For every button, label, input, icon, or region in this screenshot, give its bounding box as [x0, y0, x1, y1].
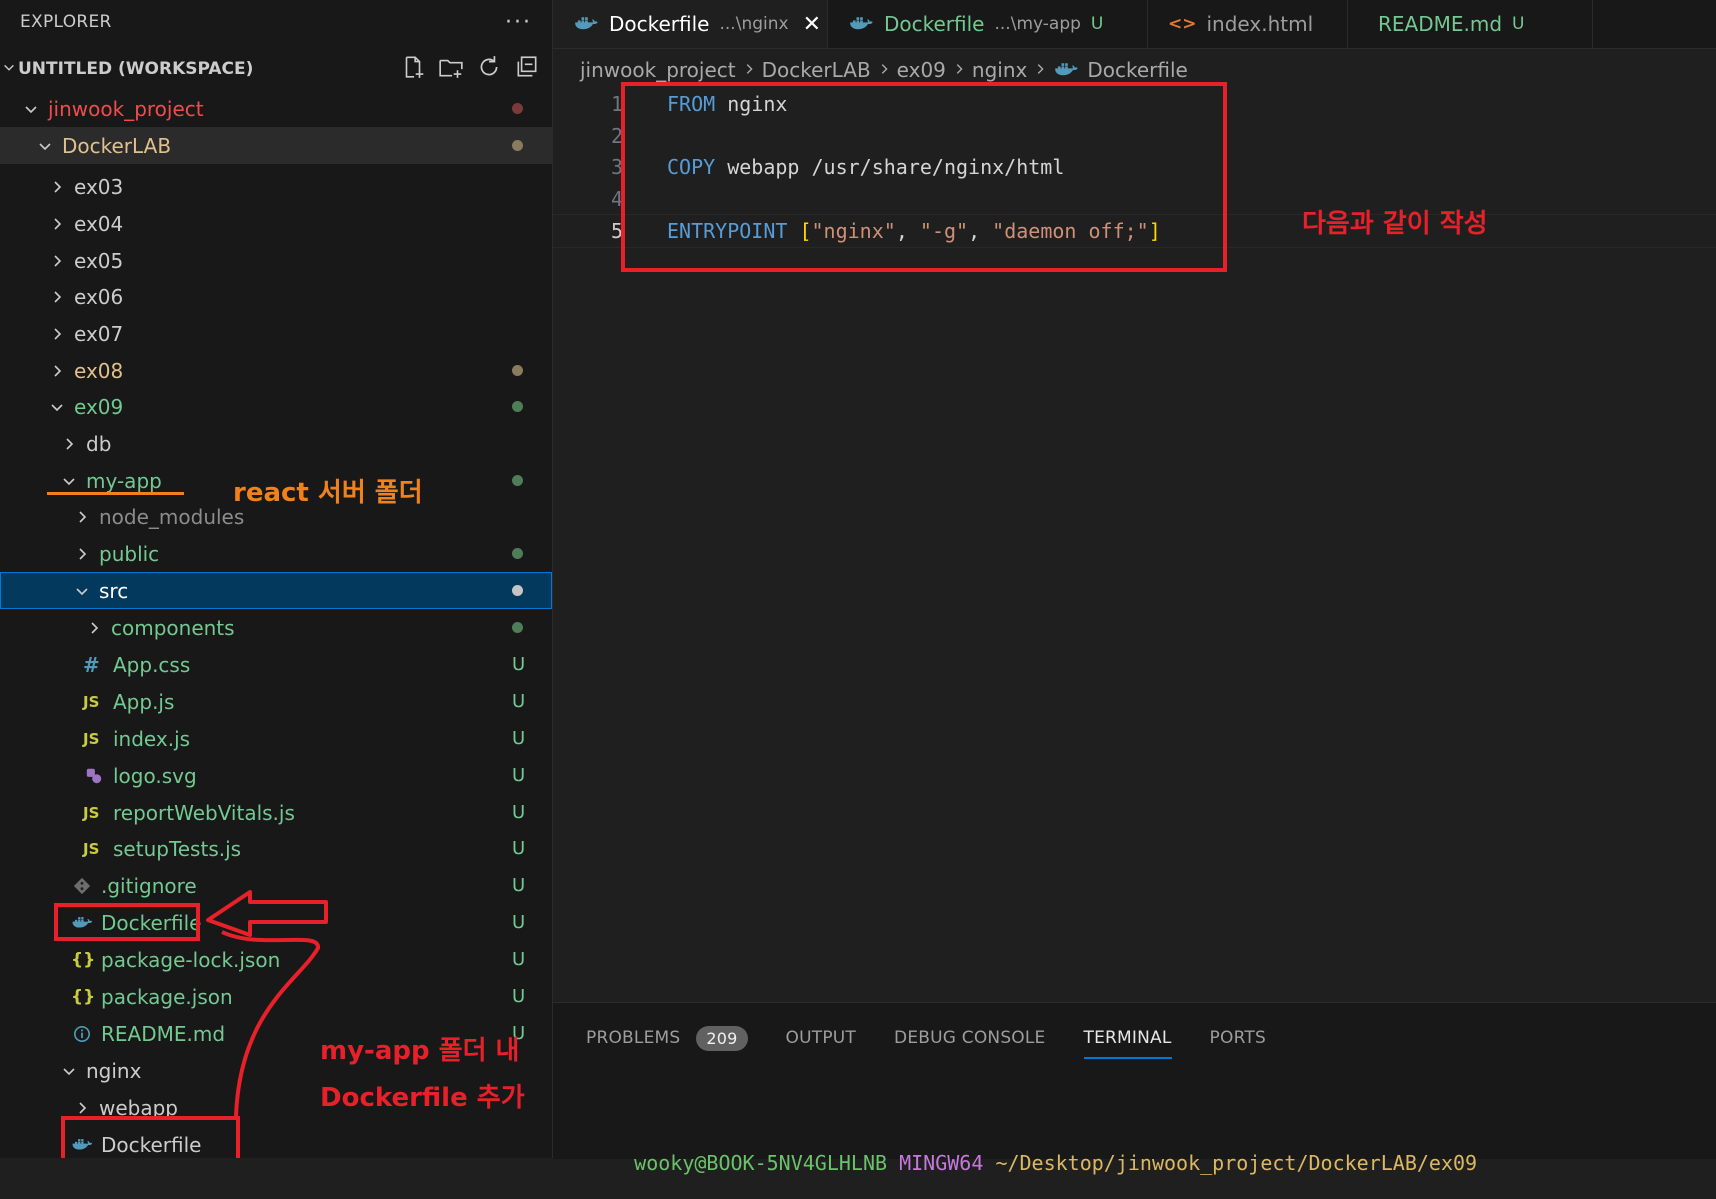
docker-icon: [848, 15, 874, 33]
panel-tab[interactable]: DEBUG CONSOLE: [894, 1017, 1045, 1059]
line-number: 2: [610, 123, 623, 148]
breadcrumb-separator-icon: [742, 60, 756, 81]
close-tab-icon[interactable]: ✕: [803, 12, 821, 37]
editor-tab[interactable]: README.md U: [1348, 0, 1593, 48]
breadcrumb-separator-icon: [877, 60, 891, 81]
panel-tab-label: PROBLEMS: [586, 1028, 681, 1048]
editor-annotation: 다음과 같이 작성: [1302, 209, 1488, 239]
breadcrumb-item[interactable]: jinwook_project: [580, 58, 736, 82]
tab-label: README.md: [1378, 12, 1503, 36]
problems-count-badge: 209: [696, 1025, 748, 1051]
line-number: 4: [610, 186, 623, 211]
panel-tab-label: DEBUG CONSOLE: [894, 1028, 1046, 1048]
panel-tab-label: OUTPUT: [785, 1028, 857, 1048]
panel-tabs: PROBLEMS 209 OUTPUT DEBUG CONSOLE TERMINAL PO…: [586, 1017, 1304, 1059]
line-number: 1: [610, 92, 623, 116]
breadcrumb-item[interactable]: ex09: [897, 58, 946, 82]
tab-untracked-badge: U: [1090, 14, 1104, 34]
line-number: 3: [610, 155, 623, 179]
bottom-panel: PROBLEMS 209 OUTPUT DEBUG CONSOLE TERMINAL PO…: [553, 1002, 1716, 1175]
editor-tab[interactable]: Dockerfile ...\my-app U: [828, 0, 1148, 48]
panel-tab-label: PORTS: [1209, 1028, 1266, 1048]
html-file-icon: <>: [1168, 14, 1197, 34]
breadcrumb-item[interactable]: Dockerfile: [1087, 58, 1188, 82]
panel-tab[interactable]: PROBLEMS 209: [586, 1017, 748, 1059]
tab-label: index.html: [1206, 12, 1314, 36]
tab-label: Dockerfile: [609, 12, 710, 36]
breadcrumb-item[interactable]: nginx: [972, 58, 1027, 82]
tab-untracked-badge: U: [1512, 14, 1525, 34]
terminal-system: MINGW64: [899, 1151, 984, 1175]
breadcrumb-separator-icon: [952, 60, 966, 81]
panel-tab-label: TERMINAL: [1083, 1028, 1172, 1048]
tab-label: Dockerfile: [884, 12, 985, 36]
breadcrumb-item[interactable]: DockerLAB: [762, 58, 871, 82]
line-number: 5: [610, 219, 623, 243]
panel-tab[interactable]: TERMINAL: [1083, 1017, 1172, 1059]
docker-icon: [1053, 61, 1079, 79]
editor-tab[interactable]: <> index.html: [1148, 0, 1348, 48]
dockerfile-note-line2: Dockerfile 추가: [320, 1083, 525, 1113]
terminal-user: wooky@BOOK-5NV4GLHLNB: [634, 1151, 888, 1175]
editor-tabs: Dockerfile ...\nginx ✕ Dockerfile ...\my-app…: [553, 0, 1716, 49]
editor-tab[interactable]: Dockerfile ...\nginx ✕: [553, 0, 828, 48]
terminal-path: ~/Desktop/jinwook_project/DockerLAB/ex09: [995, 1151, 1478, 1175]
docker-icon: [573, 15, 599, 33]
terminal-prompt[interactable]: wooky@BOOK-5NV4GLHLNB MINGW64 ~/Desktop/…: [586, 1127, 1477, 1199]
code-highlight-box: [621, 82, 1227, 272]
breadcrumb-separator-icon: [1033, 60, 1047, 81]
tab-description: ...\my-app: [994, 14, 1081, 34]
panel-tab[interactable]: PORTS: [1210, 1017, 1266, 1059]
annotation-arrows: [206, 890, 328, 1117]
dockerfile-note-line1: my-app 폴더 내: [320, 1036, 520, 1066]
tab-description: ...\nginx: [719, 14, 789, 34]
panel-tab[interactable]: OUTPUT: [786, 1017, 857, 1059]
